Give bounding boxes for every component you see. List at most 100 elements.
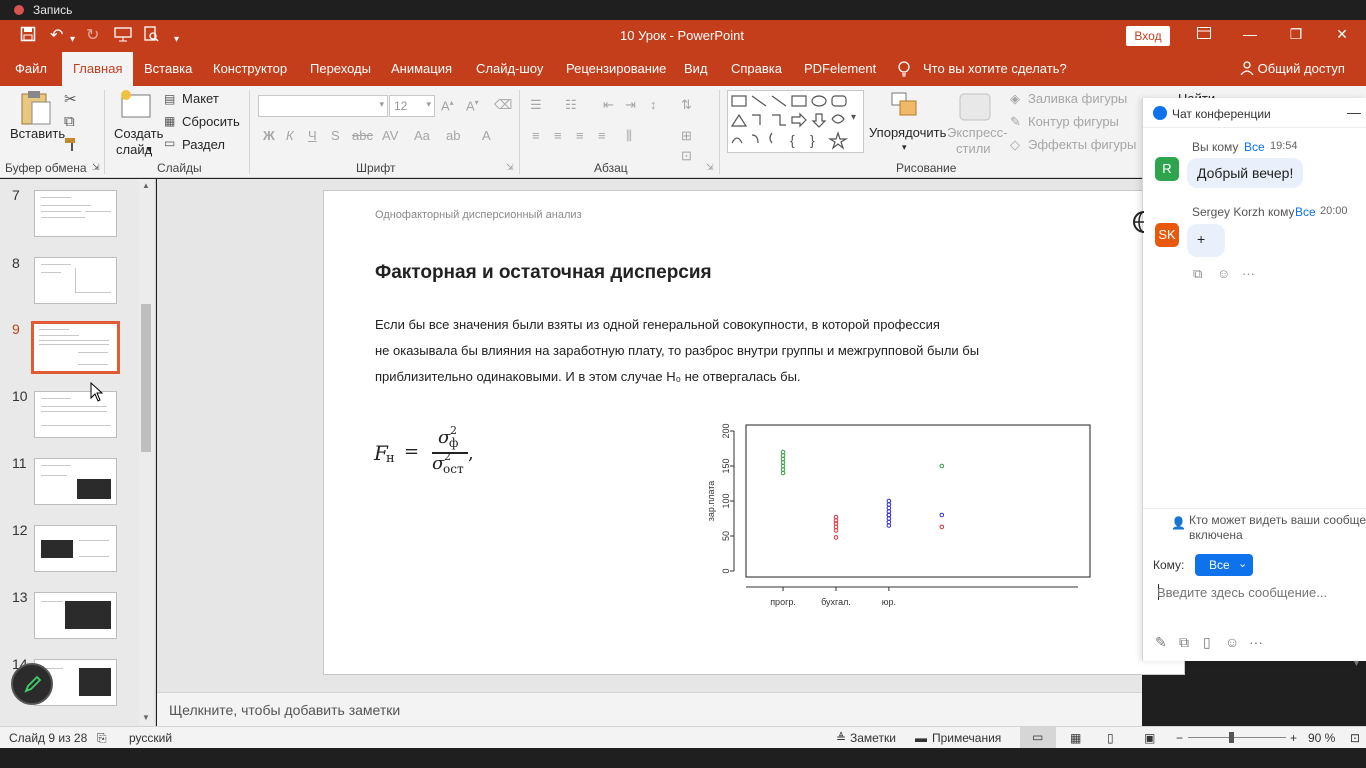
comments-icon[interactable]: ▬ [915, 731, 927, 745]
align-left-icon[interactable]: ≡ [532, 128, 540, 143]
text-direction-icon[interactable]: ⇅ [681, 97, 692, 113]
notes-placeholder[interactable]: Щелкните, чтобы добавить заметки [169, 702, 400, 718]
slide-thumbnail-13[interactable] [34, 592, 117, 639]
slide-sorter-icon[interactable]: ▦ [1070, 731, 1081, 745]
tab-review[interactable]: Рецензирование [566, 61, 666, 76]
slide-paragraph-line[interactable]: Если бы все значения были взяты из одной… [375, 317, 940, 332]
arrange-button[interactable]: Упорядочить [869, 125, 946, 140]
grow-font-icon[interactable]: A▴ [441, 98, 454, 113]
screenshot-icon[interactable]: ⧉ [1179, 634, 1189, 651]
share-button[interactable]: Общий доступ [1240, 61, 1345, 76]
strikethrough-icon[interactable]: abc [352, 128, 373, 143]
annotation-pen-button[interactable] [11, 663, 53, 705]
tab-transitions[interactable]: Переходы [310, 61, 371, 76]
align-center-icon[interactable]: ≡ [554, 128, 562, 143]
scroll-down-icon[interactable]: ▼ [142, 713, 150, 722]
customize-toolbar-icon[interactable]: ▾ [174, 30, 179, 50]
smartart-icon[interactable]: ⊡ [681, 148, 692, 164]
quick-styles-label-1[interactable]: Экспресс- [947, 125, 1008, 140]
tab-insert[interactable]: Вставка [144, 61, 192, 76]
gallery-more-icon[interactable]: ▾ [851, 112, 856, 123]
slide-paragraph-line[interactable]: приблизительно одинаковыми. И в этом слу… [375, 369, 801, 384]
recipient-dropdown[interactable]: Все ⌄ [1195, 554, 1253, 576]
tab-help[interactable]: Справка [731, 61, 782, 76]
paragraph-launcher-icon[interactable]: ⇲ [706, 162, 714, 173]
minimize-icon[interactable]: — [1238, 26, 1262, 42]
zoom-out-icon[interactable]: − [1176, 731, 1183, 745]
shape-fill-icon[interactable]: ◈ [1010, 91, 1020, 107]
arrange-icon[interactable] [890, 91, 920, 125]
slide-thumbnail-11[interactable] [34, 458, 117, 505]
ribbon-display-options-icon[interactable] [1192, 26, 1216, 42]
tab-view[interactable]: Вид [684, 61, 708, 76]
message-bubble[interactable]: Добрый вечер! [1187, 158, 1304, 188]
slide-thumbnail-7[interactable] [34, 190, 117, 237]
slide-title[interactable]: Факторная и остаточная дисперсия [375, 262, 712, 284]
tab-design[interactable]: Конструктор [213, 61, 287, 76]
chevron-down-icon[interactable]: ▾ [147, 144, 152, 155]
shadow-button[interactable]: S [331, 128, 340, 143]
zoom-level[interactable]: 90 % [1308, 731, 1335, 745]
underline-button[interactable]: Ч [308, 128, 317, 143]
layout-icon[interactable]: ▤ [164, 92, 175, 106]
undo-icon[interactable]: ↶ [50, 26, 63, 46]
increase-indent-icon[interactable]: ⇥ [625, 97, 636, 113]
message-recipient[interactable]: Все [1244, 140, 1265, 154]
notes-pane[interactable]: Щелкните, чтобы добавить заметки [157, 692, 1142, 726]
shape-fill-button[interactable]: Заливка фигуры [1028, 91, 1127, 106]
line-spacing-icon[interactable]: ↕ [650, 97, 657, 112]
tab-animations[interactable]: Анимация [391, 61, 452, 76]
cut-icon[interactable]: ✂ [64, 90, 77, 108]
shapes-gallery[interactable]: { } [727, 90, 864, 153]
slide-thumbnail-9[interactable] [31, 321, 120, 374]
reset-icon[interactable]: ▦ [164, 114, 175, 128]
scroll-up-icon[interactable]: ▲ [142, 181, 150, 190]
slide-paragraph-line[interactable]: не оказывала бы влияния на заработную пл… [375, 343, 979, 358]
quick-styles-icon[interactable] [958, 92, 992, 126]
justify-icon[interactable]: ≡ [598, 128, 606, 143]
columns-icon[interactable]: ⫼ [626, 128, 632, 144]
f-ratio-formula[interactable]: F н = σ 2 ф σ 2 ост , [374, 423, 494, 483]
quick-styles-label-2[interactable]: стили [956, 141, 991, 156]
chat-message-input[interactable] [1157, 582, 1357, 602]
slide-thumbnail-10[interactable] [34, 391, 117, 438]
restore-icon[interactable]: ❐ [1284, 26, 1308, 43]
message-recipient[interactable]: Все [1295, 205, 1316, 219]
zoom-slider-track[interactable] [1188, 737, 1286, 738]
zoom-slider-thumb[interactable] [1229, 732, 1234, 743]
close-icon[interactable]: ✕ [1330, 26, 1354, 43]
more-icon[interactable]: ··· [1249, 634, 1263, 650]
clipboard-launcher-icon[interactable]: ⇲ [92, 162, 100, 173]
new-slide-label-1[interactable]: Создать [114, 126, 163, 141]
tab-slideshow[interactable]: Слайд-шоу [476, 61, 543, 76]
message-bubble[interactable]: + [1187, 224, 1225, 257]
copy-icon[interactable]: ⧉ [64, 113, 75, 130]
format-text-icon[interactable]: ✎ [1155, 634, 1167, 651]
align-right-icon[interactable]: ≡ [576, 128, 584, 143]
layout-button[interactable]: Макет [182, 91, 219, 106]
slide-thumbnail-12[interactable] [34, 525, 117, 572]
reading-view-icon[interactable]: ▯ [1107, 731, 1114, 745]
highlight-icon[interactable]: ab [446, 128, 460, 143]
new-slide-icon[interactable] [118, 89, 152, 125]
current-slide[interactable]: Однофакторный дисперсионный анализ Факто… [323, 190, 1185, 675]
bullets-icon[interactable]: ☰ [530, 97, 542, 113]
change-case-icon[interactable]: Aa [414, 128, 430, 143]
shape-outline-icon[interactable]: ✎ [1010, 114, 1021, 130]
format-painter-icon[interactable] [64, 136, 80, 156]
comments-button[interactable]: Примечания [932, 731, 1001, 745]
tab-pdfelement[interactable]: PDFelement [804, 61, 876, 76]
tab-file[interactable]: Файл [15, 61, 47, 76]
chevron-down-icon[interactable]: ▾ [902, 142, 907, 153]
add-reaction-icon[interactable]: ☺ [1217, 266, 1230, 281]
notes-toggle-button[interactable]: Заметки [850, 731, 896, 745]
scroll-down-icon[interactable]: ▼ [1352, 658, 1361, 668]
shape-outline-button[interactable]: Контур фигуры [1028, 114, 1119, 129]
normal-view-button[interactable]: ▭ [1020, 727, 1056, 748]
font-size-combo[interactable]: 12 ▾ [389, 95, 435, 117]
paste-label[interactable]: Вставить [10, 126, 65, 141]
save-icon[interactable] [20, 26, 36, 48]
redo-icon[interactable]: ↻ [86, 26, 99, 46]
slide-thumbnail-8[interactable] [34, 257, 117, 304]
chat-panel[interactable]: Чат конференции — R Вы кому Все 19:54 До… [1142, 98, 1366, 661]
